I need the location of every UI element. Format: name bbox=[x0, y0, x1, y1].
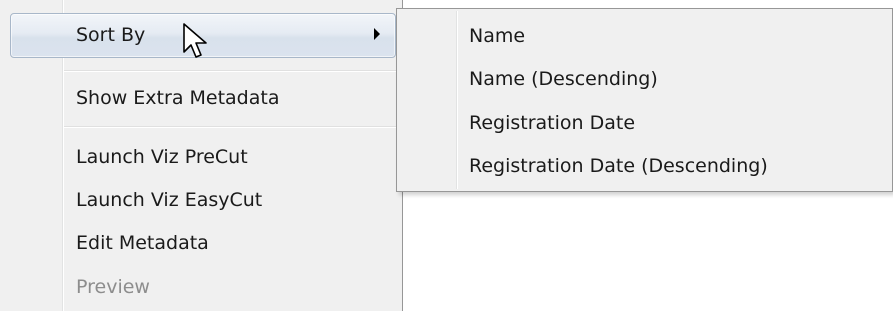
menu-item-preview: Preview bbox=[76, 276, 150, 298]
sort-by-submenu: Name Name (Descending) Registration Date… bbox=[396, 8, 893, 192]
submenu-item-name-descending[interactable]: Name (Descending) bbox=[469, 64, 658, 94]
menu-item-launch-viz-precut[interactable]: Launch Viz PreCut bbox=[76, 142, 248, 172]
context-menu: Sort By Show Extra Metadata Launch Viz P… bbox=[0, 0, 403, 311]
menu-separator bbox=[64, 126, 400, 128]
submenu-item-registration-date[interactable]: Registration Date bbox=[469, 108, 635, 138]
submenu-gutter-divider bbox=[456, 11, 458, 189]
mouse-pointer-icon bbox=[183, 23, 207, 58]
menu-item-sort-by[interactable]: Sort By bbox=[76, 20, 145, 50]
menu-item-show-extra-metadata[interactable]: Show Extra Metadata bbox=[76, 83, 279, 113]
menu-item-launch-viz-easycut[interactable]: Launch Viz EasyCut bbox=[76, 185, 262, 215]
submenu-item-registration-date-descending[interactable]: Registration Date (Descending) bbox=[469, 151, 768, 181]
chevron-right-icon bbox=[374, 28, 380, 40]
menu-item-edit-metadata[interactable]: Edit Metadata bbox=[76, 228, 209, 258]
menu-separator bbox=[64, 70, 400, 72]
submenu-item-name[interactable]: Name bbox=[469, 21, 525, 51]
